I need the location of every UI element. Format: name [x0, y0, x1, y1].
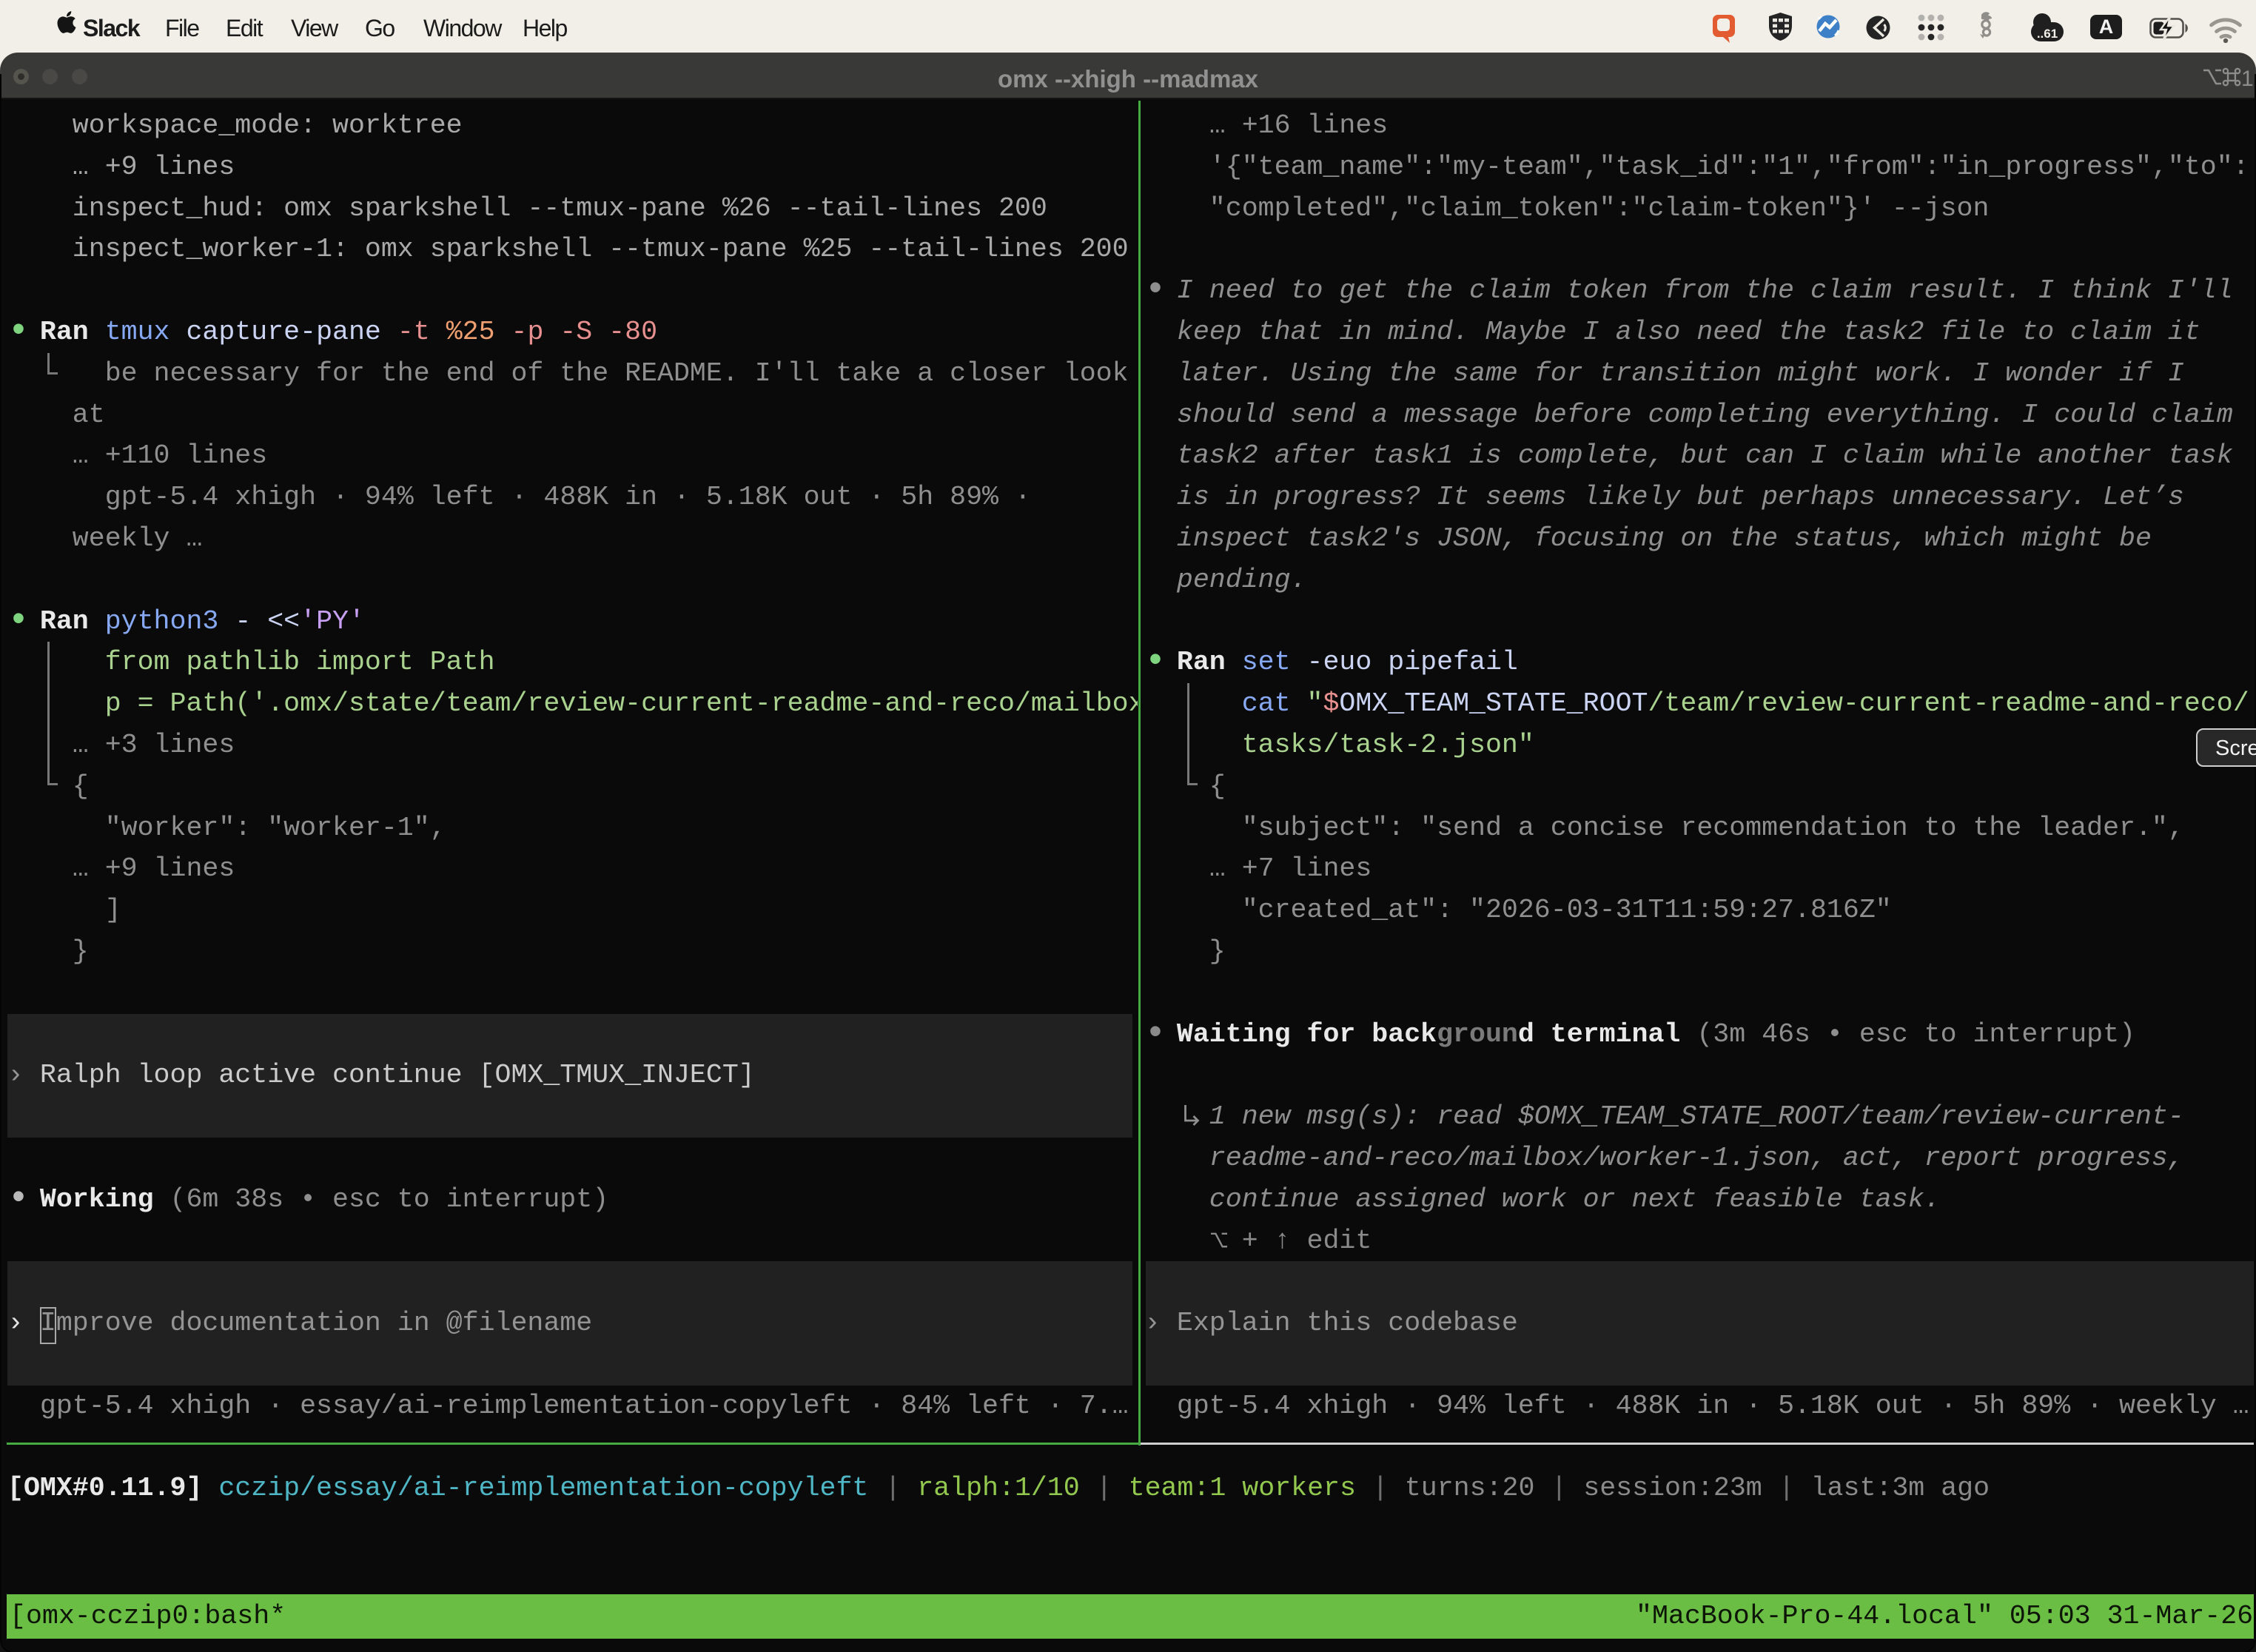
svg-text:..61: ..61 — [2037, 27, 2058, 41]
